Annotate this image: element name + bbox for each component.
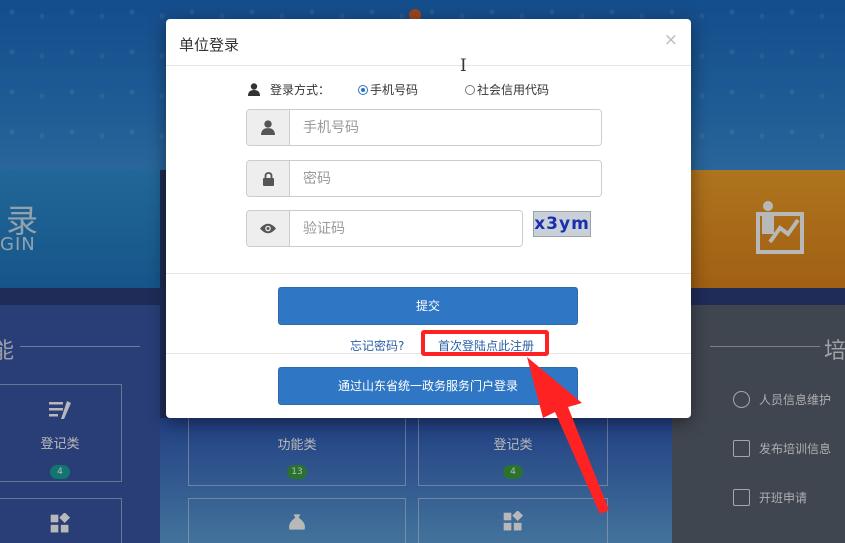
phone-field (246, 109, 602, 146)
password-addon (247, 161, 290, 196)
forgot-password-link[interactable]: 忘记密码? (350, 337, 404, 354)
close-icon[interactable]: × (664, 30, 678, 50)
radio-dot[interactable] (358, 84, 369, 95)
captcha-image[interactable]: x3ym (533, 211, 591, 237)
radio-credit-code-label: 社会信用代码 (477, 83, 550, 97)
eye-icon (260, 223, 276, 234)
captcha-addon (247, 211, 290, 246)
captcha-input[interactable] (290, 211, 522, 246)
phone-input[interactable] (290, 110, 601, 145)
password-input[interactable] (290, 161, 601, 196)
radio-dot[interactable] (465, 84, 476, 95)
modal-header: 单位登录 × (166, 19, 691, 66)
login-mode-label: 登录方式： (270, 83, 331, 97)
captcha-field (246, 210, 523, 247)
modal-title: 单位登录 (179, 36, 240, 54)
radio-phone[interactable]: 手机号码 (358, 81, 418, 98)
password-field (246, 160, 602, 197)
unit-login-modal: 单位登录 × I 登录方式： 手机号码 社会信用代码 手机号码 验证码 x3ym… (166, 19, 691, 418)
login-mode-row: 登录方式： 手机号码 社会信用代码 (248, 81, 549, 98)
modal-divider (166, 273, 691, 274)
radio-credit-code[interactable]: 社会信用代码 (465, 81, 549, 98)
user-icon (261, 120, 275, 135)
phone-addon (247, 110, 290, 145)
radio-phone-label: 手机号码 (370, 83, 419, 97)
portal-login-button[interactable]: 通过山东省统一政务服务门户登录 (278, 367, 578, 405)
lock-icon (262, 171, 274, 186)
submit-button[interactable]: 提交 (278, 287, 578, 325)
text-cursor-icon: I (460, 56, 467, 76)
register-highlight-box (421, 330, 549, 356)
user-icon (248, 83, 260, 96)
